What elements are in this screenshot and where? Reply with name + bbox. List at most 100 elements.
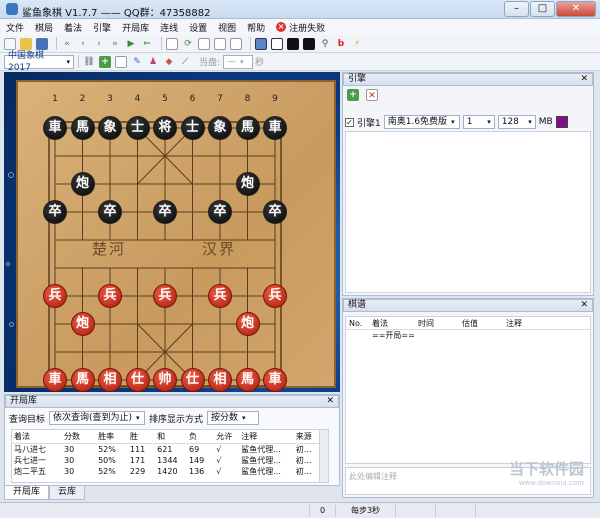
last-move-icon[interactable]: »: [109, 38, 121, 50]
bucket-icon[interactable]: ◆: [163, 56, 175, 68]
link-icon[interactable]: ⛓: [83, 56, 95, 68]
close-panel-icon[interactable]: ✕: [326, 396, 334, 407]
red-piece[interactable]: 仕: [125, 368, 150, 392]
menu-item-3[interactable]: 引擎: [93, 21, 111, 34]
black-square-icon[interactable]: [287, 37, 299, 50]
black-piece[interactable]: 士: [180, 116, 205, 140]
red-piece[interactable]: 兵: [208, 284, 232, 308]
book-col-header[interactable]: 和: [155, 430, 187, 444]
save-icon[interactable]: [36, 37, 48, 50]
variant-select[interactable]: 中国象棋2017 ▾: [4, 51, 74, 73]
add-engine-icon[interactable]: +: [347, 89, 359, 101]
new-file-icon[interactable]: [4, 37, 16, 50]
red-piece[interactable]: 相: [208, 368, 232, 392]
black-piece[interactable]: 炮: [70, 172, 95, 196]
user-icon[interactable]: ♟: [147, 56, 159, 68]
book-col-header[interactable]: 分数: [62, 430, 97, 444]
back-arrow-icon[interactable]: ⇐: [141, 38, 153, 50]
prev-move-icon[interactable]: ‹: [77, 38, 89, 50]
hash-select[interactable]: 128 ▾: [497, 115, 536, 129]
threads-select[interactable]: 1 ▾: [462, 115, 495, 129]
menu-item-4[interactable]: 开局库: [122, 21, 149, 34]
sort-mode-select[interactable]: 按分数 ▾: [207, 411, 260, 425]
red-piece[interactable]: 兵: [43, 284, 67, 308]
pen-icon[interactable]: ✎: [131, 56, 143, 68]
red-piece[interactable]: 車: [43, 368, 67, 392]
close-panel-icon[interactable]: ✕: [580, 300, 588, 311]
black-piece[interactable]: 馬: [70, 116, 95, 140]
black-piece[interactable]: 馬: [235, 116, 260, 140]
red-piece[interactable]: 炮: [70, 312, 95, 336]
black-piece[interactable]: 将: [153, 116, 177, 140]
book-row[interactable]: 兵七进一 30 50% 171 1344 149 √ 鲨鱼代理... 初...: [12, 455, 328, 466]
black-piece[interactable]: 卒: [263, 200, 287, 224]
red-piece[interactable]: 兵: [98, 284, 122, 308]
book-col-header[interactable]: 负: [186, 430, 215, 444]
close-panel-icon[interactable]: ✕: [580, 74, 588, 85]
paste-icon[interactable]: [214, 37, 226, 50]
query-mode-select[interactable]: 依次查询(查到为止) ▾: [49, 411, 146, 425]
first-move-icon[interactable]: «: [61, 38, 73, 50]
engine-color-swatch[interactable]: [555, 116, 568, 128]
menu-item-2[interactable]: 着法: [64, 21, 82, 34]
play-icon[interactable]: ▶: [125, 38, 137, 50]
book-col-header[interactable]: 允许: [214, 430, 240, 444]
minimize-button[interactable]: –: [504, 1, 529, 17]
menu-item-0[interactable]: 文件: [6, 21, 24, 34]
maximize-button[interactable]: □: [530, 1, 555, 17]
book-col-header[interactable]: 着法: [12, 430, 62, 444]
black-piece[interactable]: 卒: [43, 200, 67, 224]
delete-engine-icon[interactable]: ✕: [366, 89, 378, 101]
book-col-header[interactable]: 胜率: [96, 430, 128, 444]
steps-select[interactable]: — ▾: [223, 54, 254, 69]
lightning-icon[interactable]: ⚡: [351, 38, 363, 50]
next-move-icon[interactable]: ›: [93, 38, 105, 50]
copy-icon[interactable]: [198, 37, 210, 50]
book-col-header[interactable]: 注释: [239, 430, 294, 444]
black-piece[interactable]: 車: [43, 116, 67, 140]
layout-icon[interactable]: [255, 37, 267, 50]
notation-row[interactable]: ==开局==: [346, 330, 590, 341]
menu-item-8[interactable]: 帮助: [247, 21, 265, 34]
black-piece[interactable]: 卒: [153, 200, 177, 224]
menu-item-1[interactable]: 棋局: [35, 21, 53, 34]
black-piece[interactable]: 車: [263, 116, 287, 140]
red-piece[interactable]: 兵: [263, 284, 287, 308]
engine-select[interactable]: 南奥1.6免费版 ▾: [383, 115, 460, 129]
black-piece[interactable]: 象: [98, 116, 122, 140]
black-piece[interactable]: 卒: [98, 200, 122, 224]
engine-enabled-checkbox[interactable]: ✓: [345, 117, 354, 127]
notes-icon[interactable]: [115, 55, 127, 68]
black-piece[interactable]: 士: [125, 116, 150, 140]
red-piece[interactable]: 帅: [153, 368, 177, 392]
menu-item-7[interactable]: 视图: [218, 21, 236, 34]
red-piece[interactable]: 車: [263, 368, 287, 392]
red-piece[interactable]: 炮: [235, 312, 260, 336]
book-scrollbar[interactable]: [319, 430, 328, 482]
search-icon[interactable]: ⚲: [319, 38, 331, 50]
red-piece[interactable]: 馬: [235, 368, 260, 392]
red-piece[interactable]: 馬: [70, 368, 95, 392]
comment-editor[interactable]: 此处编辑注释 当下软件园 www.downxia.com: [345, 462, 591, 495]
red-piece[interactable]: 兵: [153, 284, 177, 308]
document-icon[interactable]: [230, 37, 242, 50]
menu-item-5[interactable]: 连线: [160, 21, 178, 34]
book-row[interactable]: 炮二平五 30 52% 229 1420 136 √ 鲨鱼代理... 初...: [12, 466, 328, 477]
tab-opening-book[interactable]: 开局库: [4, 486, 50, 500]
panel-icon[interactable]: [271, 37, 283, 50]
tab-cloud-book[interactable]: 云库: [49, 486, 86, 500]
registration-status[interactable]: × 注册失败: [276, 21, 325, 34]
wand-icon[interactable]: ⟋: [179, 56, 191, 68]
black-piece[interactable]: 卒: [208, 200, 232, 224]
chess-board[interactable]: 楚河 汉界 123456789九八七六五四三二一車馬象士将士象馬車炮炮卒卒卒卒卒…: [16, 80, 336, 392]
black-piece[interactable]: 炮: [235, 172, 260, 196]
bold-b-icon[interactable]: b: [335, 38, 347, 50]
edit-board-icon[interactable]: [166, 37, 178, 50]
close-button[interactable]: ✕: [556, 1, 596, 17]
black-piece[interactable]: 象: [208, 116, 232, 140]
board-color-icon[interactable]: [303, 37, 315, 50]
book-row[interactable]: 马八进七 30 52% 111 621 69 √ 鲨鱼代理... 初...: [12, 444, 328, 456]
open-folder-icon[interactable]: [20, 37, 32, 50]
red-piece[interactable]: 仕: [180, 368, 205, 392]
book-col-header[interactable]: 胜: [127, 430, 156, 444]
